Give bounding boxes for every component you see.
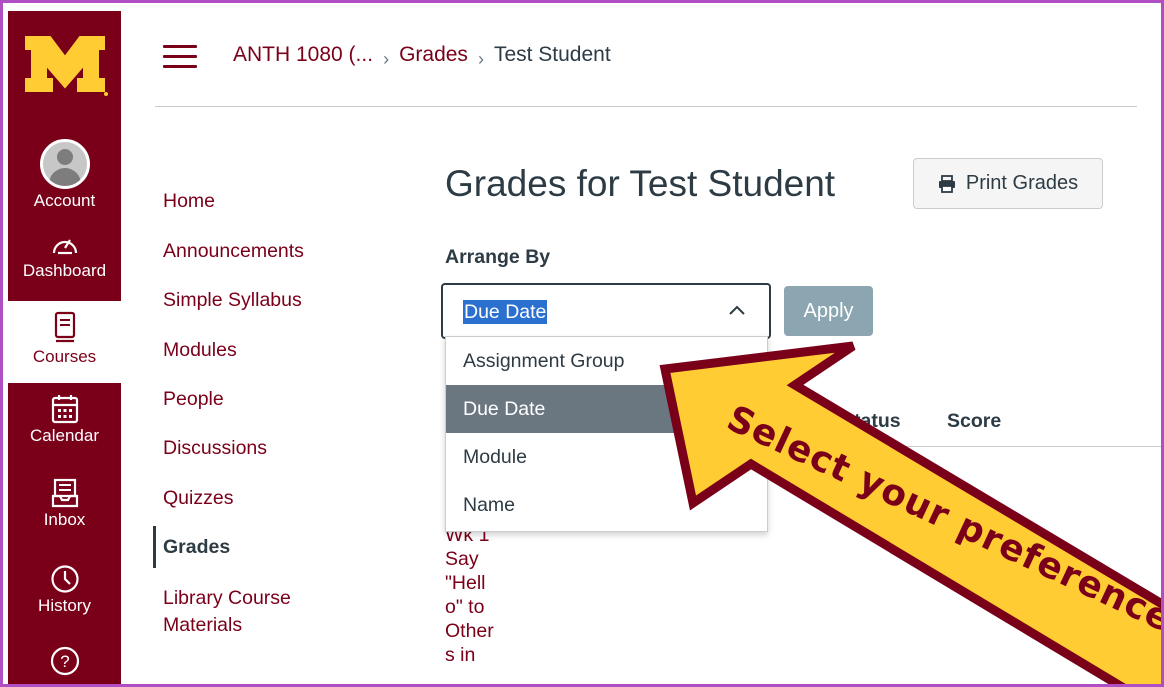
nav-history-label: History (38, 596, 91, 615)
nav-courses-label: Courses (32, 347, 97, 366)
university-logo[interactable] (22, 31, 108, 97)
help-icon: ? (50, 646, 79, 676)
assignment-name-cell: Wk 1 Say "Hell o" to Other s in (445, 532, 535, 684)
course-nav-library-course-materials[interactable]: Library Course Materials (163, 585, 291, 639)
header-divider (155, 106, 1137, 107)
nav-account-label: Account (33, 191, 96, 210)
callout-text: Select your preference (720, 398, 1164, 641)
print-grades-label: Print Grades (965, 172, 1079, 194)
nav-help[interactable]: ? (8, 645, 121, 684)
breadcrumb-course-link[interactable]: ANTH 1080 (... (233, 43, 373, 67)
course-nav-announcements[interactable]: Announcements (163, 239, 304, 263)
nav-dashboard[interactable]: Dashboard (8, 231, 121, 297)
nav-courses[interactable]: Courses (8, 301, 121, 383)
global-nav: Account Dashboard Courses Calendar Inbox… (8, 11, 121, 684)
inbox-icon (51, 478, 78, 508)
course-nav-simple-syllabus[interactable]: Simple Syllabus (163, 288, 302, 312)
breadcrumb-grades-link[interactable]: Grades (399, 43, 468, 67)
arrange-by-dropdown: Assignment Group Due Date Module Name (445, 336, 768, 532)
arrange-by-selected-value: Due Date (463, 300, 548, 324)
breadcrumb-separator: › (477, 48, 484, 69)
score-column-header[interactable]: Score (947, 410, 1001, 433)
chevron-up-icon (729, 305, 745, 315)
course-nav-home[interactable]: Home (163, 189, 215, 213)
course-nav-people[interactable]: People (163, 387, 224, 411)
nav-calendar[interactable]: Calendar (8, 394, 121, 466)
option-assignment-group[interactable]: Assignment Group (446, 337, 767, 385)
print-grades-button[interactable]: Print Grades (913, 158, 1103, 209)
avatar (39, 139, 90, 189)
help-symbol: ? (60, 652, 69, 671)
course-nav-modules[interactable]: Modules (163, 338, 237, 362)
hamburger-menu-icon[interactable] (163, 43, 197, 69)
nav-inbox[interactable]: Inbox (8, 478, 121, 550)
active-indicator (153, 526, 156, 568)
nav-account[interactable]: Account (8, 139, 121, 211)
nav-inbox-label: Inbox (43, 510, 86, 529)
breadcrumb-current: Test Student (493, 43, 611, 66)
breadcrumb: ANTH 1080 (... › Grades › Test Student (233, 43, 611, 69)
arrange-by-select[interactable]: Due Date (441, 283, 771, 339)
course-nav-quizzes[interactable]: Quizzes (163, 486, 233, 510)
option-module[interactable]: Module (446, 433, 767, 481)
option-name[interactable]: Name (446, 481, 767, 529)
printer-icon (938, 174, 955, 193)
breadcrumb-separator: › (383, 48, 390, 69)
page-title: Grades for Test Student (445, 163, 836, 204)
status-column-header[interactable]: Status (841, 410, 901, 433)
course-nav-grades[interactable]: Grades (163, 535, 230, 559)
assignment-link[interactable]: Wk 1 Say "Hell o" to Other s in (445, 532, 535, 667)
arrange-by-label: Arrange By (445, 246, 551, 268)
option-due-date[interactable]: Due Date (446, 385, 767, 433)
dashboard-icon (52, 239, 77, 255)
book-icon (54, 311, 75, 343)
calendar-icon (51, 395, 78, 424)
screenshot-frame: Account Dashboard Courses Calendar Inbox… (0, 0, 1164, 687)
course-nav-discussions[interactable]: Discussions (163, 436, 267, 460)
nav-history[interactable]: History (8, 564, 121, 636)
nav-calendar-label: Calendar (30, 426, 99, 445)
nav-dashboard-label: Dashboard (22, 261, 107, 280)
apply-button[interactable]: Apply (784, 286, 873, 336)
clock-icon (50, 565, 79, 593)
